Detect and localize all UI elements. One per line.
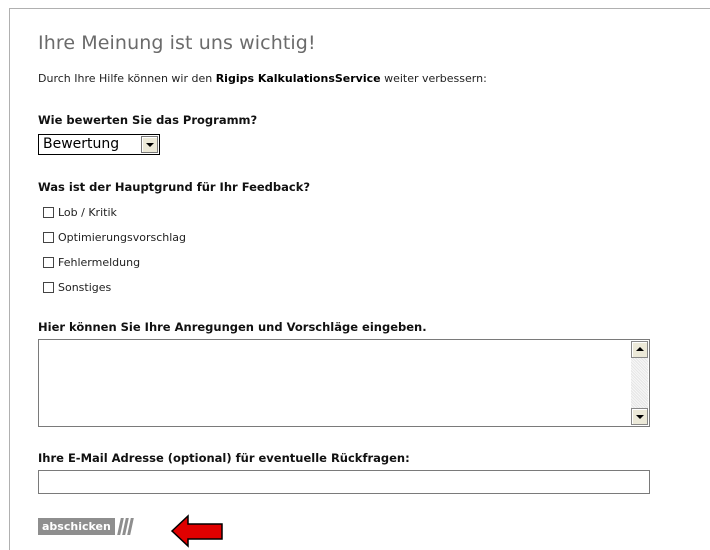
reason-option-optimierungsvorschlag[interactable]: Optimierungsvorschlag: [43, 230, 186, 244]
chevron-down-icon[interactable]: [141, 136, 158, 153]
intro-text: Durch Ihre Hilfe können wir den Rigips K…: [38, 72, 487, 85]
stripes-icon: [117, 518, 134, 535]
scroll-up-icon[interactable]: [631, 341, 648, 358]
intro-prefix: Durch Ihre Hilfe können wir den: [38, 72, 216, 85]
comments-textarea[interactable]: [38, 339, 650, 427]
rating-selected-value: Bewertung: [43, 136, 120, 152]
scroll-down-icon[interactable]: [631, 408, 648, 425]
checkbox[interactable]: [43, 256, 54, 268]
email-input[interactable]: [38, 470, 650, 494]
reason-option-fehlermeldung[interactable]: Fehlermeldung: [43, 255, 140, 269]
checkbox-label: Optimierungsvorschlag: [58, 230, 187, 244]
reason-option-sonstiges[interactable]: Sonstiges: [43, 280, 111, 294]
reason-option-lob-kritik[interactable]: Lob / Kritik: [43, 205, 117, 219]
checkbox[interactable]: [43, 281, 54, 293]
email-label: Ihre E-Mail Adresse (optional) für event…: [38, 451, 410, 465]
checkbox-label: Lob / Kritik: [58, 205, 117, 219]
rating-select[interactable]: Bewertung: [38, 134, 160, 155]
content-frame: [9, 8, 710, 550]
checkbox[interactable]: [43, 231, 54, 243]
rating-label: Wie bewerten Sie das Programm?: [38, 113, 258, 127]
intro-product-name: Rigips KalkulationsService: [215, 72, 381, 85]
comments-label: Hier können Sie Ihre Anregungen und Vors…: [38, 320, 427, 334]
comments-scrollbar[interactable]: [631, 341, 648, 425]
checkbox-label: Fehlermeldung: [58, 255, 141, 269]
checkbox[interactable]: [43, 206, 54, 218]
intro-suffix: weiter verbessern:: [380, 72, 487, 85]
submit-button[interactable]: abschicken: [38, 518, 134, 535]
page-title: Ihre Meinung ist uns wichtig!: [38, 32, 316, 54]
reason-label: Was ist der Hauptgrund für Ihr Feedback?: [38, 180, 311, 194]
submit-button-label: abschicken: [38, 518, 115, 535]
checkbox-label: Sonstiges: [58, 280, 112, 294]
red-arrow-left-icon: [170, 514, 223, 548]
